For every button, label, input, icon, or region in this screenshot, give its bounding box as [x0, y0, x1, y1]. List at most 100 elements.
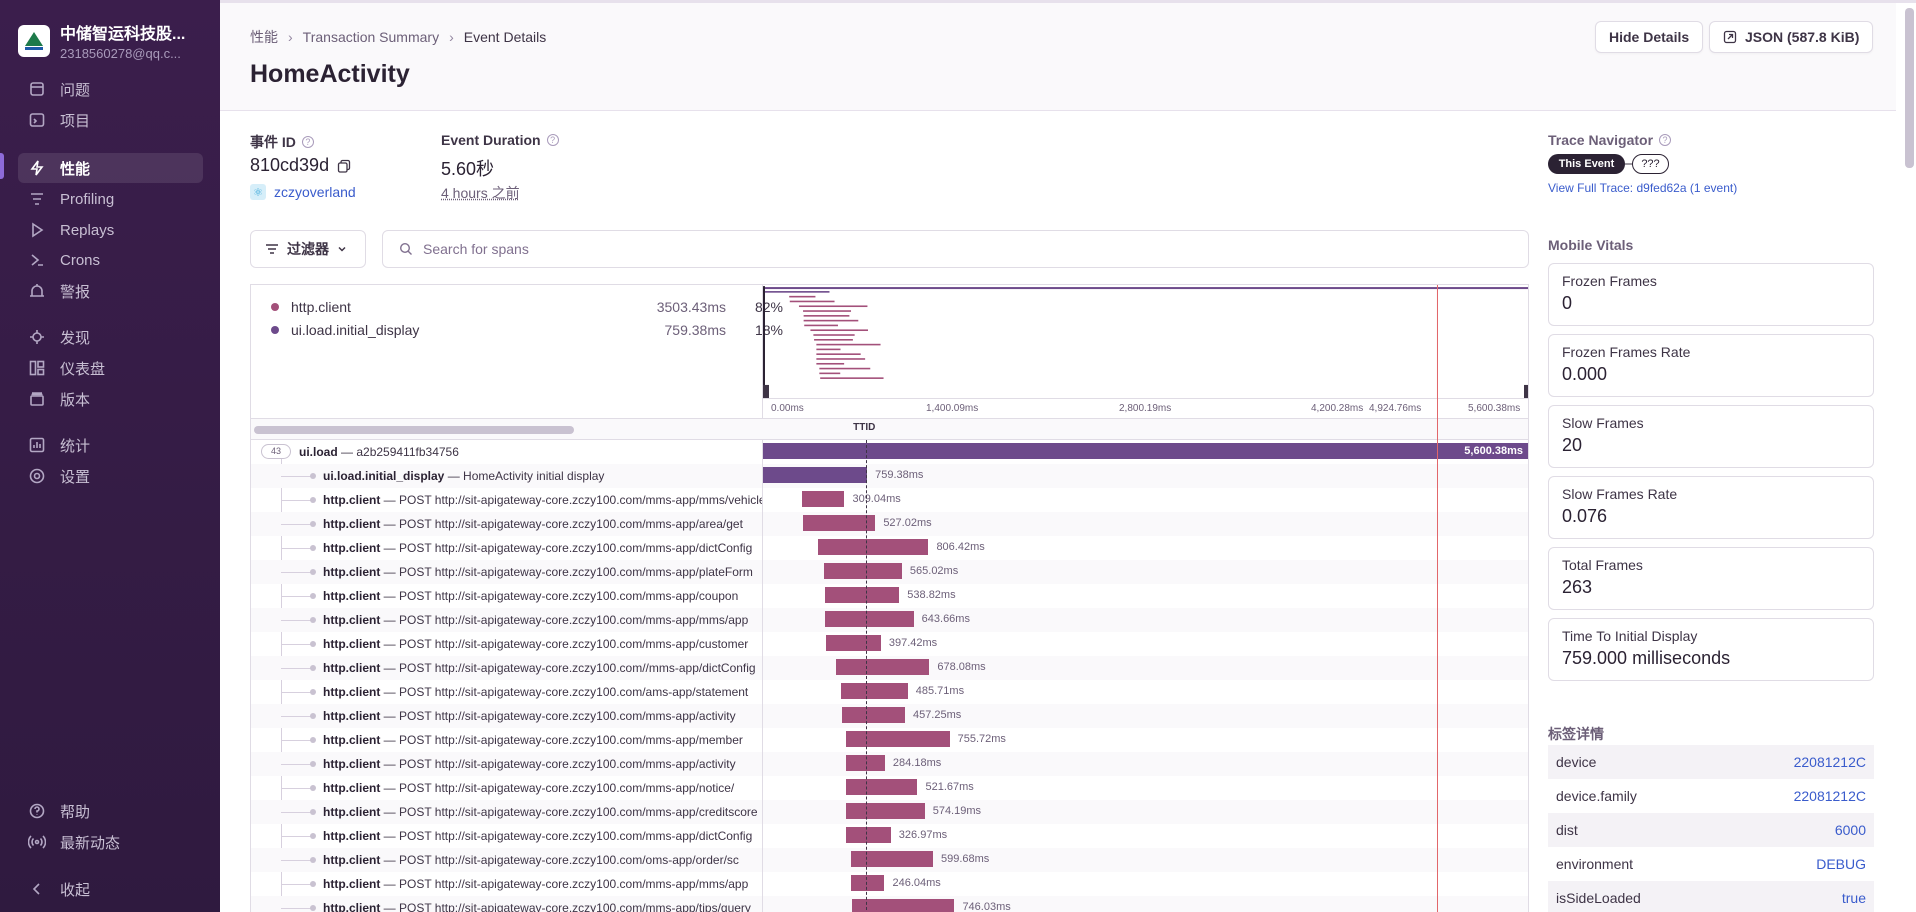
vital-card[interactable]: Time To Initial Display 759.000 milliseco…: [1548, 618, 1874, 681]
help-question-icon[interactable]: ?: [301, 136, 314, 148]
breadcrumb-performance[interactable]: 性能: [250, 27, 278, 47]
span-row[interactable]: http.client — POST http://sit-apigateway…: [251, 800, 1528, 824]
span-row[interactable]: http.client — POST http://sit-apigateway…: [251, 824, 1528, 848]
tag-value[interactable]: 22081212C: [1794, 788, 1866, 804]
span-bar[interactable]: [845, 827, 891, 843]
span-bar[interactable]: [850, 875, 885, 891]
child-count-badge[interactable]: 43: [261, 444, 291, 459]
minimap-right-handle[interactable]: [1524, 384, 1529, 398]
vital-card[interactable]: Total Frames 263: [1548, 547, 1874, 610]
span-row[interactable]: http.client — POST http://sit-apigateway…: [251, 776, 1528, 800]
span-bar[interactable]: [825, 611, 914, 627]
tree-branch: [281, 860, 313, 861]
vital-card[interactable]: Frozen Frames 0: [1548, 263, 1874, 326]
span-row[interactable]: http.client — POST http://sit-apigateway…: [251, 488, 1528, 512]
nav-settings[interactable]: 设置: [18, 461, 203, 491]
span-row-root[interactable]: 43 ui.load — a2b259411fb34756 5,600.38ms: [251, 440, 1528, 464]
span-duration: 326.97ms: [898, 829, 948, 841]
span-row[interactable]: http.client — POST http://sit-apigateway…: [251, 704, 1528, 728]
span-row[interactable]: http.client — POST http://sit-apigateway…: [251, 680, 1528, 704]
search-icon: [399, 242, 412, 255]
nav-discover[interactable]: 发现: [18, 322, 203, 352]
span-bar[interactable]: [802, 491, 845, 507]
minimap-span: [804, 324, 838, 327]
op-legend-row[interactable]: ui.load.initial_display 759.38ms 18%: [271, 320, 783, 340]
tree-branch: [281, 548, 313, 549]
nav-help[interactable]: 帮助: [18, 796, 203, 826]
nav-collapse[interactable]: 收起: [18, 874, 203, 904]
unknown-event-pill[interactable]: ???: [1632, 154, 1669, 174]
nav-projects[interactable]: 项目: [18, 105, 203, 135]
span-row[interactable]: http.client — POST http://sit-apigateway…: [251, 584, 1528, 608]
span-bar-area: 678.08ms: [762, 656, 1528, 680]
span-row[interactable]: http.client — POST http://sit-apigateway…: [251, 656, 1528, 680]
filter-button[interactable]: 过滤器: [250, 230, 366, 268]
span-bar[interactable]: [826, 635, 881, 651]
breadcrumb-transaction-summary[interactable]: Transaction Summary: [303, 29, 439, 45]
span-bar[interactable]: [817, 539, 929, 555]
tag-value[interactable]: true: [1842, 890, 1866, 906]
nav-label: Crons: [60, 251, 101, 269]
span-search-input[interactable]: Search for spans: [382, 230, 1529, 268]
tree-branch: [281, 764, 313, 765]
span-bar[interactable]: [825, 587, 900, 603]
nav-releases[interactable]: 版本: [18, 384, 203, 414]
vital-card[interactable]: Slow Frames Rate 0.076: [1548, 476, 1874, 539]
span-bar[interactable]: [842, 707, 905, 723]
span-bar[interactable]: [852, 899, 955, 912]
span-row[interactable]: http.client — POST http://sit-apigateway…: [251, 848, 1528, 872]
horizontal-scrollbar[interactable]: [254, 426, 574, 434]
span-description: http.client — POST http://sit-apigateway…: [251, 776, 762, 800]
nav-performance[interactable]: 性能: [18, 153, 203, 183]
op-legend-row[interactable]: http.client 3503.43ms 82%: [271, 297, 783, 317]
minimap-left-handle[interactable]: [763, 384, 769, 398]
span-bar[interactable]: [841, 683, 908, 699]
vital-card[interactable]: Frozen Frames Rate 0.000: [1548, 334, 1874, 397]
time-ago[interactable]: 4 hours 之前: [441, 183, 520, 203]
this-event-pill[interactable]: This Event: [1548, 154, 1625, 174]
span-bar[interactable]: [845, 779, 918, 795]
span-bar[interactable]: [845, 803, 925, 819]
help-question-icon[interactable]: ?: [1659, 134, 1672, 146]
nav-replays[interactable]: Replays: [18, 215, 203, 245]
tag-value[interactable]: 22081212C: [1794, 754, 1866, 770]
span-row[interactable]: http.client — POST http://sit-apigateway…: [251, 896, 1528, 912]
span-bar[interactable]: [850, 851, 933, 867]
span-row[interactable]: http.client — POST http://sit-apigateway…: [251, 536, 1528, 560]
span-row[interactable]: http.client — POST http://sit-apigateway…: [251, 752, 1528, 776]
nav-issues[interactable]: 问题: [18, 74, 203, 104]
span-row[interactable]: http.client — POST http://sit-apigateway…: [251, 728, 1528, 752]
tree-node-dot: [310, 833, 316, 839]
span-row[interactable]: http.client — POST http://sit-apigateway…: [251, 512, 1528, 536]
span-row[interactable]: http.client — POST http://sit-apigateway…: [251, 872, 1528, 896]
span-bar[interactable]: [845, 731, 950, 747]
minimap[interactable]: [762, 285, 1529, 398]
span-row[interactable]: http.client — POST http://sit-apigateway…: [251, 632, 1528, 656]
view-full-trace-link[interactable]: View Full Trace: d9fed62a (1 event): [1548, 181, 1737, 195]
project-link[interactable]: ⚛ zczyoverland: [250, 184, 356, 200]
nav-profiling[interactable]: Profiling: [18, 184, 203, 214]
nav-dashboards[interactable]: 仪表盘: [18, 353, 203, 383]
help-question-icon[interactable]: ?: [546, 134, 559, 146]
span-bar[interactable]: [836, 659, 930, 675]
span-row[interactable]: http.client — POST http://sit-apigateway…: [251, 608, 1528, 632]
org-switcher[interactable]: 中储智运科技股... 2318560278@qq.c...: [18, 20, 185, 61]
tag-value[interactable]: 6000: [1835, 822, 1866, 838]
hide-details-button[interactable]: Hide Details: [1595, 21, 1704, 53]
nav-alerts[interactable]: 警报: [18, 276, 203, 306]
span-bar[interactable]: [803, 515, 876, 531]
nav-stats[interactable]: 统计: [18, 430, 203, 460]
json-button[interactable]: JSON (587.8 KiB): [1709, 21, 1874, 53]
span-bar[interactable]: [763, 467, 868, 483]
vertical-scrollbar[interactable]: [1905, 8, 1914, 168]
vital-card[interactable]: Slow Frames 20: [1548, 405, 1874, 468]
nav-crons[interactable]: Crons: [18, 245, 203, 275]
tag-value[interactable]: DEBUG: [1816, 856, 1866, 872]
span-bar-area: 309.04ms: [762, 488, 1528, 512]
span-row[interactable]: ui.load.initial_display — HomeActivity i…: [251, 464, 1528, 488]
copy-icon[interactable]: [337, 159, 351, 173]
nav-broadcast[interactable]: 最新动态: [18, 827, 203, 857]
span-bar[interactable]: 5,600.38ms: [763, 443, 1528, 459]
span-row[interactable]: http.client — POST http://sit-apigateway…: [251, 560, 1528, 584]
span-bar[interactable]: [824, 563, 902, 579]
